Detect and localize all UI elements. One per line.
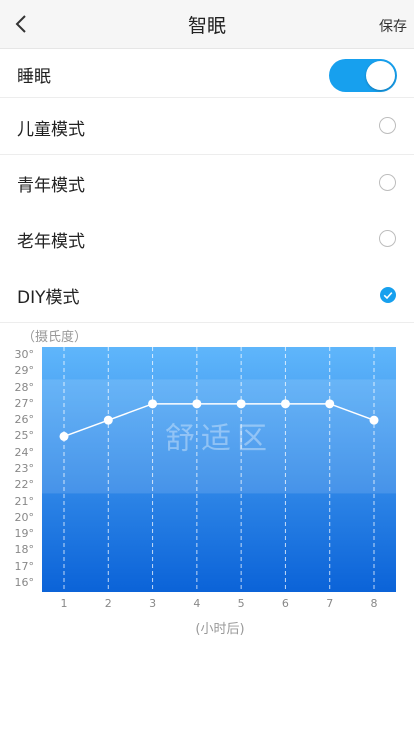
data-point[interactable] xyxy=(325,399,335,409)
data-point[interactable] xyxy=(148,399,158,409)
data-point[interactable] xyxy=(280,399,290,409)
temperature-chart[interactable]: 舒适区 xyxy=(0,0,414,736)
data-point[interactable] xyxy=(236,399,246,409)
comfort-zone-label: 舒适区 xyxy=(165,421,273,456)
data-point[interactable] xyxy=(369,415,379,425)
data-point[interactable] xyxy=(59,431,69,441)
data-point[interactable] xyxy=(192,399,202,409)
data-point[interactable] xyxy=(103,415,113,425)
